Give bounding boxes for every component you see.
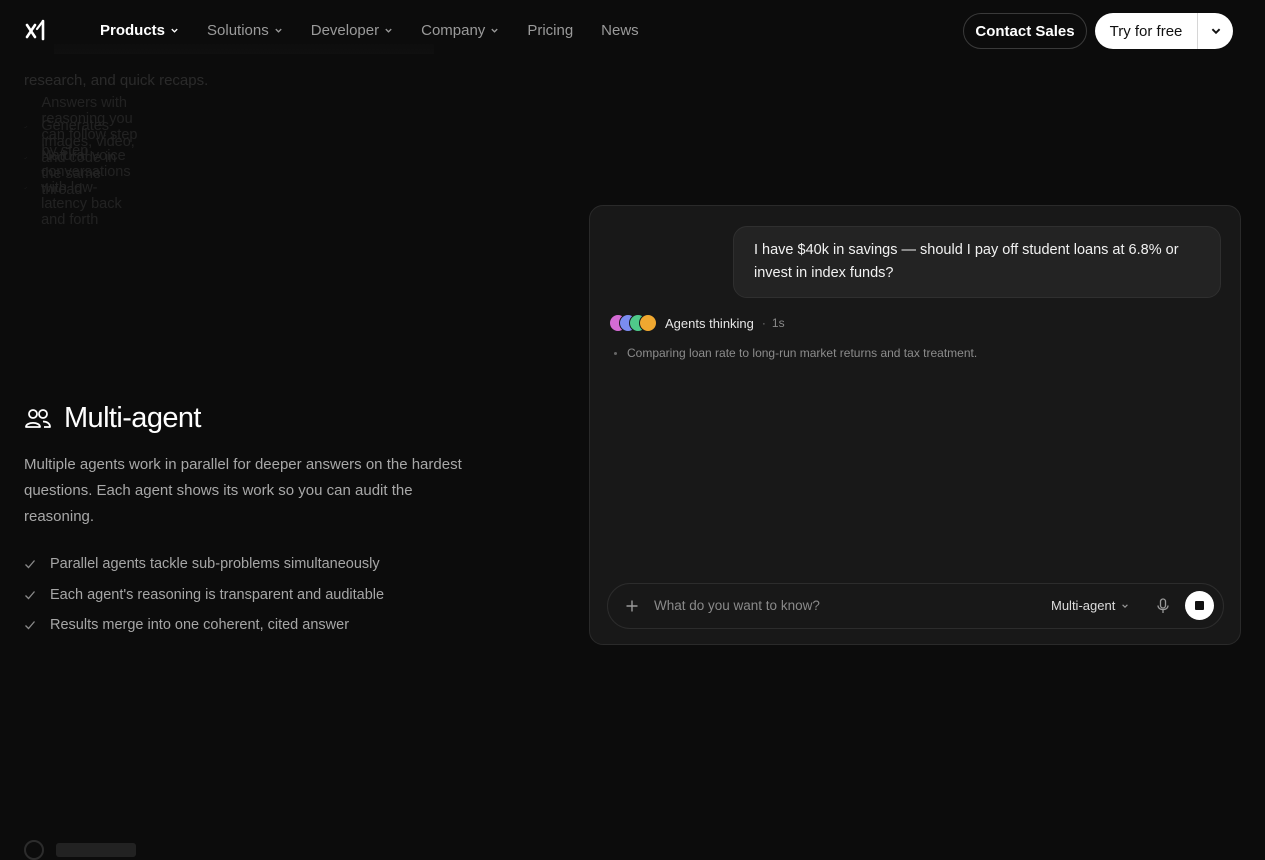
nav-pricing-label: Pricing — [527, 22, 574, 39]
nav-pricing[interactable]: Pricing — [527, 22, 573, 39]
nav-company[interactable]: Company — [421, 22, 499, 39]
prev-description-tail: research, and quick recaps. — [24, 72, 209, 89]
section-icon — [24, 840, 44, 860]
checklist-text: Natural voice conversations with low-lat… — [41, 148, 131, 229]
chat-input[interactable]: What do you want to know? — [654, 598, 820, 613]
thinking-label: Agents thinking — [665, 315, 754, 331]
logo[interactable] — [25, 18, 49, 42]
checklist-text: Results merge into one coherent, cited a… — [50, 617, 350, 634]
nav-news[interactable]: News — [601, 22, 639, 39]
nav-company-label: Company — [421, 22, 486, 39]
user-message-bubble: I have $40k in savings — should I pay of… — [733, 226, 1221, 298]
prev-checklist: Answers with reasoning you can follow st… — [24, 95, 139, 228]
microphone-icon[interactable] — [1156, 598, 1170, 614]
stop-button[interactable] — [1185, 591, 1214, 620]
feature-description: Multiple agents work in parallel for dee… — [24, 456, 462, 525]
users-icon — [25, 408, 51, 428]
chevron-down-icon — [1122, 603, 1129, 608]
check-icon — [25, 560, 35, 569]
check-icon — [25, 621, 35, 630]
next-feature-section — [24, 840, 136, 860]
contact-sales-label: Contact Sales — [975, 22, 1075, 40]
feature-title: Multi-agent — [64, 402, 201, 434]
checklist-text: Each agent's reasoning is transparent an… — [50, 586, 385, 603]
check-icon — [24, 187, 27, 190]
chat-composer: What do you want to know? Multi-agent — [607, 583, 1224, 629]
nav-solutions[interactable]: Solutions — [207, 22, 283, 39]
check-icon — [24, 126, 28, 129]
agent-thought: Comparing loan rate to long-run market r… — [614, 346, 977, 360]
nav-solutions-label: Solutions — [207, 22, 269, 39]
nav-products-label: Products — [100, 22, 166, 39]
try-dropdown-toggle[interactable] — [1198, 25, 1233, 37]
check-icon — [25, 590, 35, 600]
agent-avatars — [609, 314, 657, 332]
separator-dot: · — [761, 316, 766, 330]
contact-sales-button[interactable]: Contact Sales — [963, 13, 1087, 49]
agent-avatar — [639, 314, 657, 332]
nav-products[interactable]: Products — [100, 22, 179, 39]
checklist-item: Results merge into one coherent, cited a… — [24, 610, 384, 641]
nav-news-label: News — [601, 22, 639, 39]
chevron-down-icon — [1211, 28, 1220, 35]
chevron-down-icon — [385, 28, 392, 33]
nav-links: Products Solutions Developer Company Pri… — [100, 22, 639, 39]
top-nav: Products Solutions Developer Company Pri… — [0, 0, 1265, 64]
faded-heading — [56, 843, 136, 857]
chevron-down-icon — [491, 28, 498, 33]
feature-checklist: Parallel agents tackle sub-problems simu… — [24, 549, 384, 641]
agent-thought-text: Comparing loan rate to long-run market r… — [627, 346, 978, 360]
bullet-dot — [614, 351, 617, 355]
thinking-time: 1s — [771, 316, 785, 330]
agents-thinking-status[interactable]: Agents thinking · 1s — [609, 314, 785, 332]
mode-label: Multi-agent — [1051, 598, 1116, 613]
stop-icon — [1195, 601, 1204, 610]
checklist-item: Each agent's reasoning is transparent an… — [24, 580, 384, 611]
try-for-free-label: Try for free — [1109, 22, 1183, 40]
checklist-item: Parallel agents tackle sub-problems simu… — [24, 549, 384, 580]
chat-demo-panel: I have $40k in savings — should I pay of… — [589, 205, 1241, 645]
nav-developer[interactable]: Developer — [311, 22, 393, 39]
chevron-down-icon — [171, 28, 178, 33]
chevron-down-icon — [275, 28, 282, 33]
nav-developer-label: Developer — [310, 22, 380, 39]
checklist-item: Natural voice conversations with low-lat… — [24, 148, 139, 228]
plus-icon[interactable] — [625, 599, 639, 613]
check-icon — [24, 156, 28, 159]
feature-heading: Multi-agent — [24, 402, 201, 435]
mode-selector[interactable]: Multi-agent — [1051, 598, 1129, 613]
try-for-free-button[interactable]: Try for free — [1095, 13, 1233, 49]
checklist-text: Parallel agents tackle sub-problems simu… — [50, 556, 380, 573]
